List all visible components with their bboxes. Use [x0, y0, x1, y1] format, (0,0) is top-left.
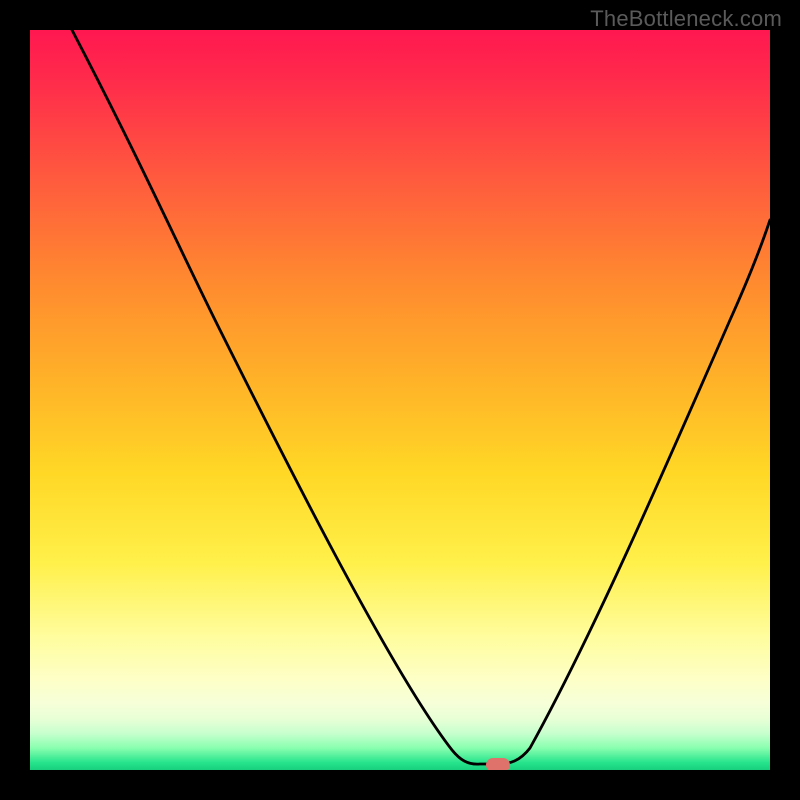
bottleneck-curve-path: [72, 30, 770, 764]
optimal-point-marker: [486, 758, 510, 770]
watermark-text: TheBottleneck.com: [590, 6, 782, 32]
plot-area: [30, 30, 770, 770]
chart-frame: TheBottleneck.com: [0, 0, 800, 800]
bottleneck-curve-svg: [30, 30, 770, 770]
